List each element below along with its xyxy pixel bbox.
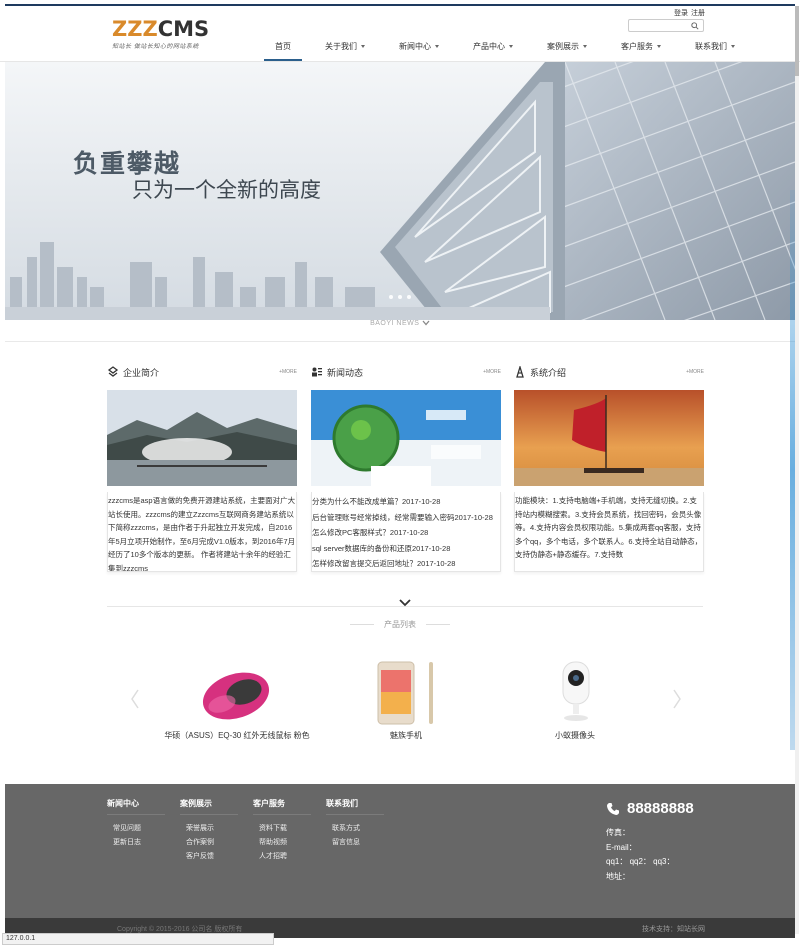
product-image[interactable] [152,656,322,728]
footer-link[interactable]: 荣誉展示 [186,822,238,836]
nav-item[interactable]: 关于我们 [314,40,376,61]
footer-column-title[interactable]: 联系我们 [326,798,384,815]
pager-dot[interactable] [389,295,393,299]
nav-item[interactable]: 客户服务 [610,40,672,61]
news-image[interactable] [311,390,501,486]
section-title: 系统介绍 [530,367,567,378]
tech-support[interactable]: 技术支持：知站长网 [642,924,705,934]
caret-down-icon [731,45,735,49]
login-link[interactable]: 登录 [674,10,688,17]
caret-down-icon [509,45,513,49]
user-list-icon [312,367,322,377]
caret-down-icon [583,45,587,49]
system-section: 系统介绍 +MORE 功能模块：1.支持电脑端+手机端，支持无缝切换。2.支持站… [514,363,704,572]
product-name[interactable]: 小蚁摄像头 [490,730,660,741]
layers-icon [107,366,119,377]
carousel-prev-icon[interactable] [130,688,140,710]
hero-banner[interactable]: 负重攀越 只为一个全新的高度 [5,62,795,320]
product-image[interactable] [321,656,491,728]
nav-item[interactable]: 首页 [264,40,302,61]
more-link[interactable]: +MORE [279,369,297,375]
news-section: 新闻动态 +MORE 分类为什么不能改成单篇？2017-10-28 后台管理账号经… [311,363,501,572]
products-title: 产品列表 [0,619,800,630]
contact-fax: 传真： [606,828,630,837]
contact-email: E-mail： [606,842,637,852]
browser-status-bar: 127.0.0.1 [2,933,274,945]
about-image[interactable] [107,390,297,486]
footer-link[interactable]: 客户反馈 [186,850,238,864]
main-nav: 首页 关于我们 新闻中心 产品中心 案例展示 客户服务 联系我们 [264,40,758,61]
carousel-next-icon[interactable] [672,688,682,710]
logo-wordmark: ZZZCMS [112,17,210,41]
banner-illustration [5,62,795,320]
caret-down-icon [361,45,365,49]
product-card[interactable]: 小蚁摄像头 [490,656,660,741]
pager-dot[interactable] [398,295,402,299]
footer-link[interactable]: 合作案例 [186,836,238,850]
product-image[interactable] [490,656,660,728]
news-item[interactable]: 分类为什么不能改成单篇？2017-10-28 [312,494,496,510]
nav-item[interactable]: 案例展示 [536,40,598,61]
account-links: 登录 注册 [674,8,708,18]
news-item[interactable]: 怎样修改留言提交后返回地址？2017-10-28 [312,556,496,571]
more-link[interactable]: +MORE [483,369,501,375]
footer-link[interactable]: 人才招聘 [259,850,311,864]
footer-link[interactable]: 常见问题 [113,822,165,836]
product-name[interactable]: 魅族手机 [321,730,491,741]
footer-column: 新闻中心常见问题 更新日志 [107,798,165,850]
section-divider [5,341,795,342]
register-link[interactable]: 注册 [691,10,705,17]
footer-column: 联系我们联系方式 留言信息 [326,798,384,850]
nav-item[interactable]: 新闻中心 [388,40,450,61]
banner-subtitle: 只为一个全新的高度 [132,178,321,202]
scrollbar-thumb[interactable] [795,6,799,76]
footer-link[interactable]: 更新日志 [113,836,165,850]
contact-info: 传真： E-mail： qq1： qq2： qq3： 地址： [606,826,675,884]
footer-column-title[interactable]: 新闻中心 [107,798,165,815]
pager-dot[interactable] [407,295,411,299]
about-section: 企业简介 +MORE zzzcms是asp语言做的免费开源建站系统，主要面对广大… [107,363,297,572]
footer-link[interactable]: 帮助视频 [259,836,311,850]
footer-column-title[interactable]: 客户服务 [253,798,311,815]
more-link[interactable]: +MORE [686,369,704,375]
search-icon[interactable] [691,22,699,30]
site-logo[interactable]: ZZZCMS 知站长 做站长知心的网站系统 [112,18,209,50]
section-title: 企业简介 [123,367,160,378]
tower-icon [516,366,524,378]
logo-slogan: 知站长 做站长知心的网站系统 [112,43,199,50]
product-card[interactable]: 华硕（ASUS）EQ-30 红外无线鼠标 粉色 [152,656,322,741]
banner-caption: BAOYI NEWS [0,320,800,327]
footer-link[interactable]: 留言信息 [332,836,384,850]
scrollbar[interactable] [795,6,799,934]
chevron-down-icon[interactable] [398,598,412,608]
system-text: 功能模块：1.支持电脑端+手机端，支持无缝切换。2.支持站内模糊搜索。3.支持会… [515,496,703,559]
caret-down-icon [657,45,661,49]
footer-link[interactable]: 资料下载 [259,822,311,836]
chevron-down-icon [422,320,430,326]
nav-item[interactable]: 产品中心 [462,40,524,61]
footer-link[interactable]: 联系方式 [332,822,384,836]
news-item[interactable]: 怎么修改PC客服样式？2017-10-28 [312,525,496,541]
caret-down-icon [435,45,439,49]
product-name[interactable]: 华硕（ASUS）EQ-30 红外无线鼠标 粉色 [152,730,322,741]
about-text: zzzcms是asp语言做的免费开源建站系统，主要面对广大站长使用。zzzcms… [108,496,296,572]
search-input[interactable] [628,19,704,32]
phone-icon [607,802,619,815]
contact-address: 地址： [606,871,630,881]
footer-column: 案例展示荣誉展示 合作案例 客户反馈 [180,798,238,864]
site-footer: 新闻中心 常见问题 更新日志 案例展示 荣誉展示 合作案例 客户反馈 客户服务 资料下载 帮助视频… [5,784,795,918]
system-image[interactable] [514,390,704,486]
banner-pager[interactable] [389,295,411,299]
contact-qq: qq1： qq2： qq3： [606,857,675,866]
nav-item[interactable]: 联系我们 [684,40,746,61]
news-item[interactable]: 后台管理账号经常掉线，经常需要输入密码2017-10-28 [312,510,496,526]
news-list: 分类为什么不能改成单篇？2017-10-28 后台管理账号经常掉线，经常需要输入密… [312,492,500,571]
phone-number: 88888888 [606,800,694,817]
product-card[interactable]: 魅族手机 [321,656,491,741]
news-item[interactable]: sql server数据库的备份和还原2017-10-28 [312,541,496,557]
footer-column: 客户服务资料下载 帮助视频 人才招聘 [253,798,311,864]
footer-column-title[interactable]: 案例展示 [180,798,238,815]
section-title: 新闻动态 [327,367,364,378]
site-header: ZZZCMS 知站长 做站长知心的网站系统 登录 注册 首页 关于我们 新闻中心 产品中… [0,6,800,62]
